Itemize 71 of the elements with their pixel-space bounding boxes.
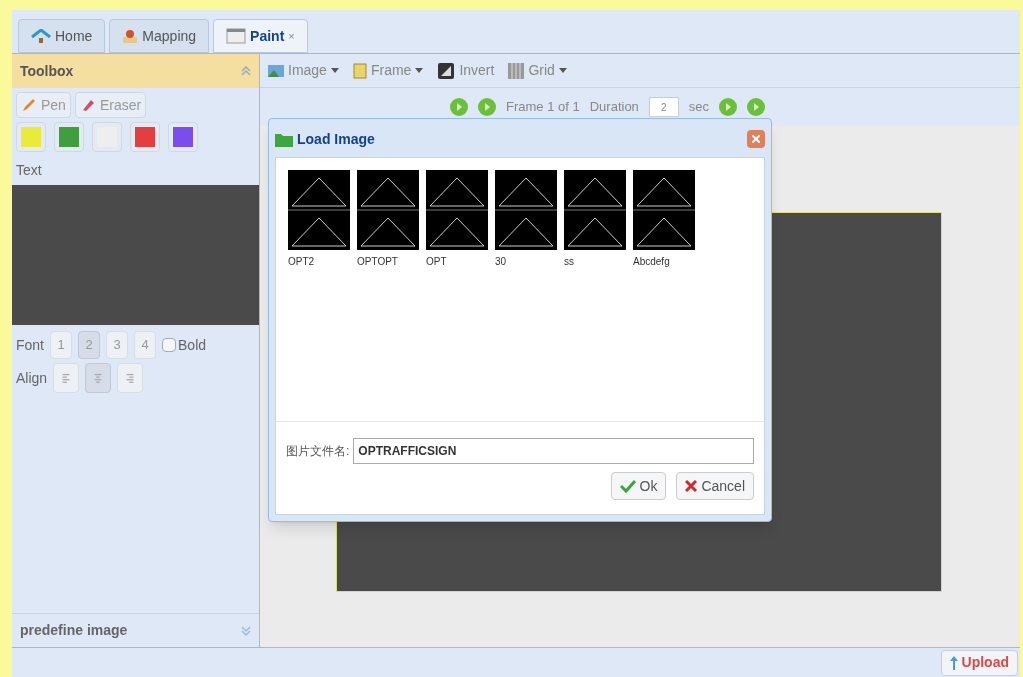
panel-title: Toolbox (20, 61, 74, 81)
duration-label: Duration (589, 98, 639, 117)
filename-field[interactable]: OPTRAFFICSIGN (353, 438, 754, 464)
picture-icon (268, 64, 284, 77)
font-size-button[interactable]: 4 (134, 331, 156, 359)
panel-footer-title: predefine image (20, 621, 128, 640)
house-icon (31, 29, 51, 43)
invert-icon (437, 61, 456, 80)
color-swatch[interactable] (173, 127, 193, 147)
pencil-icon (21, 97, 37, 113)
align-label: Align (16, 368, 48, 388)
unit-label: sec (688, 98, 710, 117)
window-icon (226, 28, 247, 44)
bold-checkbox[interactable] (162, 338, 176, 352)
text-label: Text (15, 161, 43, 180)
document-icon (352, 62, 367, 79)
upload-icon (949, 655, 958, 670)
play-icon[interactable] (719, 98, 738, 116)
color-swatch[interactable] (21, 127, 41, 147)
sign-thumbnail[interactable] (564, 170, 626, 250)
sign-thumbnail[interactable] (426, 170, 488, 250)
ok-button[interactable]: Ok (610, 472, 667, 500)
upload-button[interactable]: Upload (940, 649, 1018, 676)
toolbar-button[interactable]: Frame (352, 60, 424, 81)
font-size-button[interactable]: 3 (106, 331, 128, 359)
bold-label: Bold (178, 335, 207, 355)
text-input[interactable] (12, 185, 259, 325)
previous-icon[interactable] (450, 98, 468, 116)
color-swatch[interactable] (59, 127, 79, 147)
image-name: OPTOPT (357, 255, 399, 269)
tool-button[interactable]: Pen (16, 92, 71, 118)
color-swatch[interactable] (135, 127, 155, 147)
frame-counter: Frame 1 of 1 (506, 98, 580, 117)
duration-field[interactable]: 2 (648, 97, 679, 117)
tab[interactable]: Paint × (213, 19, 308, 53)
tab-close[interactable]: × (288, 27, 295, 45)
sign-thumbnail[interactable] (495, 170, 557, 250)
image-name: OPT (426, 255, 448, 269)
image-name: ss (564, 255, 575, 269)
tab[interactable]: Home (18, 19, 106, 53)
align-button[interactable] (117, 363, 144, 393)
align-button[interactable] (53, 363, 80, 393)
next-icon[interactable] (478, 98, 496, 116)
filename-label: 图片文件名: (286, 443, 350, 460)
image-name: OPT2 (288, 255, 316, 269)
dialog-title: Load Image (297, 129, 375, 149)
font-size-button[interactable]: 2 (78, 331, 100, 359)
tab[interactable]: Mapping (109, 19, 210, 53)
font-label: Font (16, 335, 44, 355)
sign-thumbnail[interactable] (288, 170, 350, 250)
close-icon (752, 135, 760, 143)
image-name: 30 (495, 255, 508, 269)
checkmark-icon (619, 479, 636, 493)
sign-thumbnail[interactable] (357, 170, 419, 250)
tool-button[interactable]: Eraser (74, 92, 147, 118)
cross-icon (685, 480, 698, 492)
align-button[interactable] (85, 363, 112, 393)
font-size-button[interactable]: 1 (50, 331, 72, 359)
map-pin-icon (122, 28, 139, 44)
close-button[interactable] (747, 130, 765, 148)
fast-forward-icon[interactable] (747, 98, 766, 116)
sign-thumbnail[interactable] (633, 170, 695, 250)
image-name: Abcdefg (633, 255, 671, 269)
chevrons-down-icon[interactable] (241, 625, 251, 636)
toolbar-button[interactable]: Grid (508, 60, 567, 81)
cancel-button[interactable]: Cancel (676, 472, 754, 500)
grid-icon (508, 62, 525, 79)
toolbar-button[interactable]: Invert (437, 60, 495, 81)
chevrons-up-icon[interactable] (241, 66, 251, 76)
folder-icon (275, 131, 293, 147)
toolbar-button[interactable]: Image (268, 60, 339, 81)
